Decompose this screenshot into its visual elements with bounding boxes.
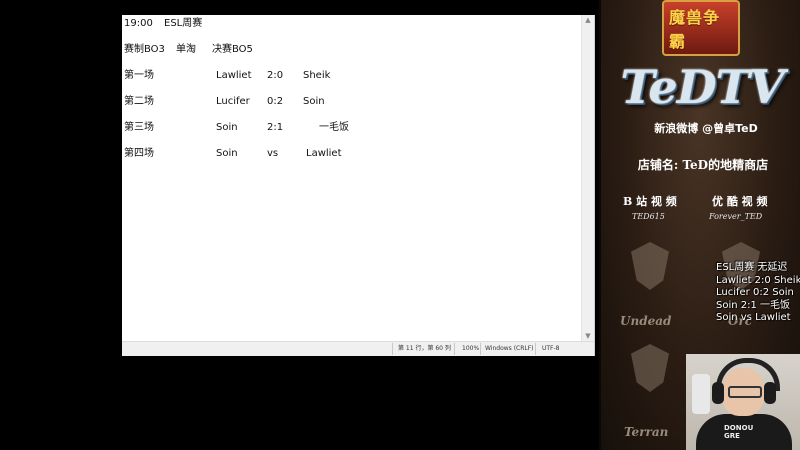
shirt-print: DONOU GRE xyxy=(724,424,753,440)
race-label-terran: Terran xyxy=(624,425,669,439)
panel-divider xyxy=(599,0,601,450)
webcam-feed: DONOU GRE xyxy=(686,354,800,450)
headset-earcup-left xyxy=(712,382,724,404)
player-a: Soin xyxy=(216,148,238,159)
match-label: 第一场 xyxy=(124,70,154,81)
status-divider xyxy=(454,343,455,355)
player-a: Soin xyxy=(216,122,238,133)
match-score: vs xyxy=(267,148,279,159)
shop-name: 店铺名: TeD的地精商店 xyxy=(637,158,769,172)
player-b: Soin xyxy=(303,96,325,107)
match-label: 第四场 xyxy=(124,148,154,159)
player-a: Lawliet xyxy=(216,70,252,81)
bilibili-label: B 站 视 频 xyxy=(623,195,677,208)
status-divider xyxy=(480,343,481,355)
human-emblem-icon xyxy=(615,340,685,430)
shirt-print-line: GRE xyxy=(724,432,740,440)
brand-logo: TeDTV xyxy=(620,60,784,114)
cursor-position: 第 11 行，第 60 列 xyxy=(398,345,451,352)
zoom-level: 100% xyxy=(462,345,480,352)
player-b: 一毛饭 xyxy=(319,122,349,133)
match-score: 0:2 xyxy=(267,96,284,107)
match-label: 第二场 xyxy=(124,96,154,107)
match-score: 2:0 xyxy=(267,70,284,81)
status-bar: 第 11 行，第 60 列 100% Windows (CRLF) UTF-8 xyxy=(122,341,594,356)
score-overlay-line: Lawliet 2:0 Sheik xyxy=(716,274,800,286)
final-format-text: 决赛BO5 xyxy=(212,44,253,55)
glasses-icon xyxy=(728,386,762,398)
line-ending: Windows (CRLF) xyxy=(485,345,534,352)
score-overlay-title: ESL周赛 无延迟 xyxy=(716,262,788,273)
match-label: 第三场 xyxy=(124,122,154,133)
race-label-undead: Undead xyxy=(620,314,672,328)
headset-earcup-right xyxy=(764,382,776,404)
time-text: 19:00 xyxy=(124,18,153,29)
event-name-text: ESL周赛 xyxy=(164,18,203,29)
score-overlay-line: Soin 2:1 一毛饭 xyxy=(716,299,791,311)
game-logo: 魔兽争霸 xyxy=(662,0,740,56)
emblem-shape xyxy=(631,344,669,392)
status-divider xyxy=(535,343,536,355)
score-overlay: ESL周赛 无延迟 Lawliet 2:0 Sheik Lucifer 0:2 … xyxy=(716,262,800,325)
bilibili-id: TED615 xyxy=(632,212,665,221)
format-text: 赛制BO3 xyxy=(124,44,165,55)
player-b: Sheik xyxy=(303,70,331,81)
score-overlay-line: Soin vs Lawliet xyxy=(716,312,791,323)
scroll-down-icon[interactable]: ▼ xyxy=(584,331,592,341)
vertical-scrollbar[interactable]: ▲ ▼ xyxy=(581,15,594,341)
shirt-print-line: DONOU xyxy=(724,424,754,432)
youku-label: 优 酷 视 频 xyxy=(712,195,768,208)
microphone-icon xyxy=(692,374,710,414)
youku-id: Forever_TED xyxy=(709,212,763,221)
player-a: Lucifer xyxy=(216,96,250,107)
player-b: Lawliet xyxy=(306,148,342,159)
match-score: 2:1 xyxy=(267,122,284,133)
scroll-up-icon[interactable]: ▲ xyxy=(584,15,592,25)
emblem-shape xyxy=(631,242,669,290)
notepad-window: 19:00 ESL周赛 赛制BO3 单淘 决赛BO5 第一场 Lawliet 2… xyxy=(122,15,595,356)
weibo-handle: 新浪微博 @曾卓TeD xyxy=(654,122,758,135)
status-divider xyxy=(392,343,393,355)
score-overlay-line: Lucifer 0:2 Soin xyxy=(716,287,794,298)
encoding: UTF-8 xyxy=(542,345,560,352)
game-logo-text: 魔兽争霸 xyxy=(662,0,740,56)
elimination-text: 单淘 xyxy=(176,44,196,55)
